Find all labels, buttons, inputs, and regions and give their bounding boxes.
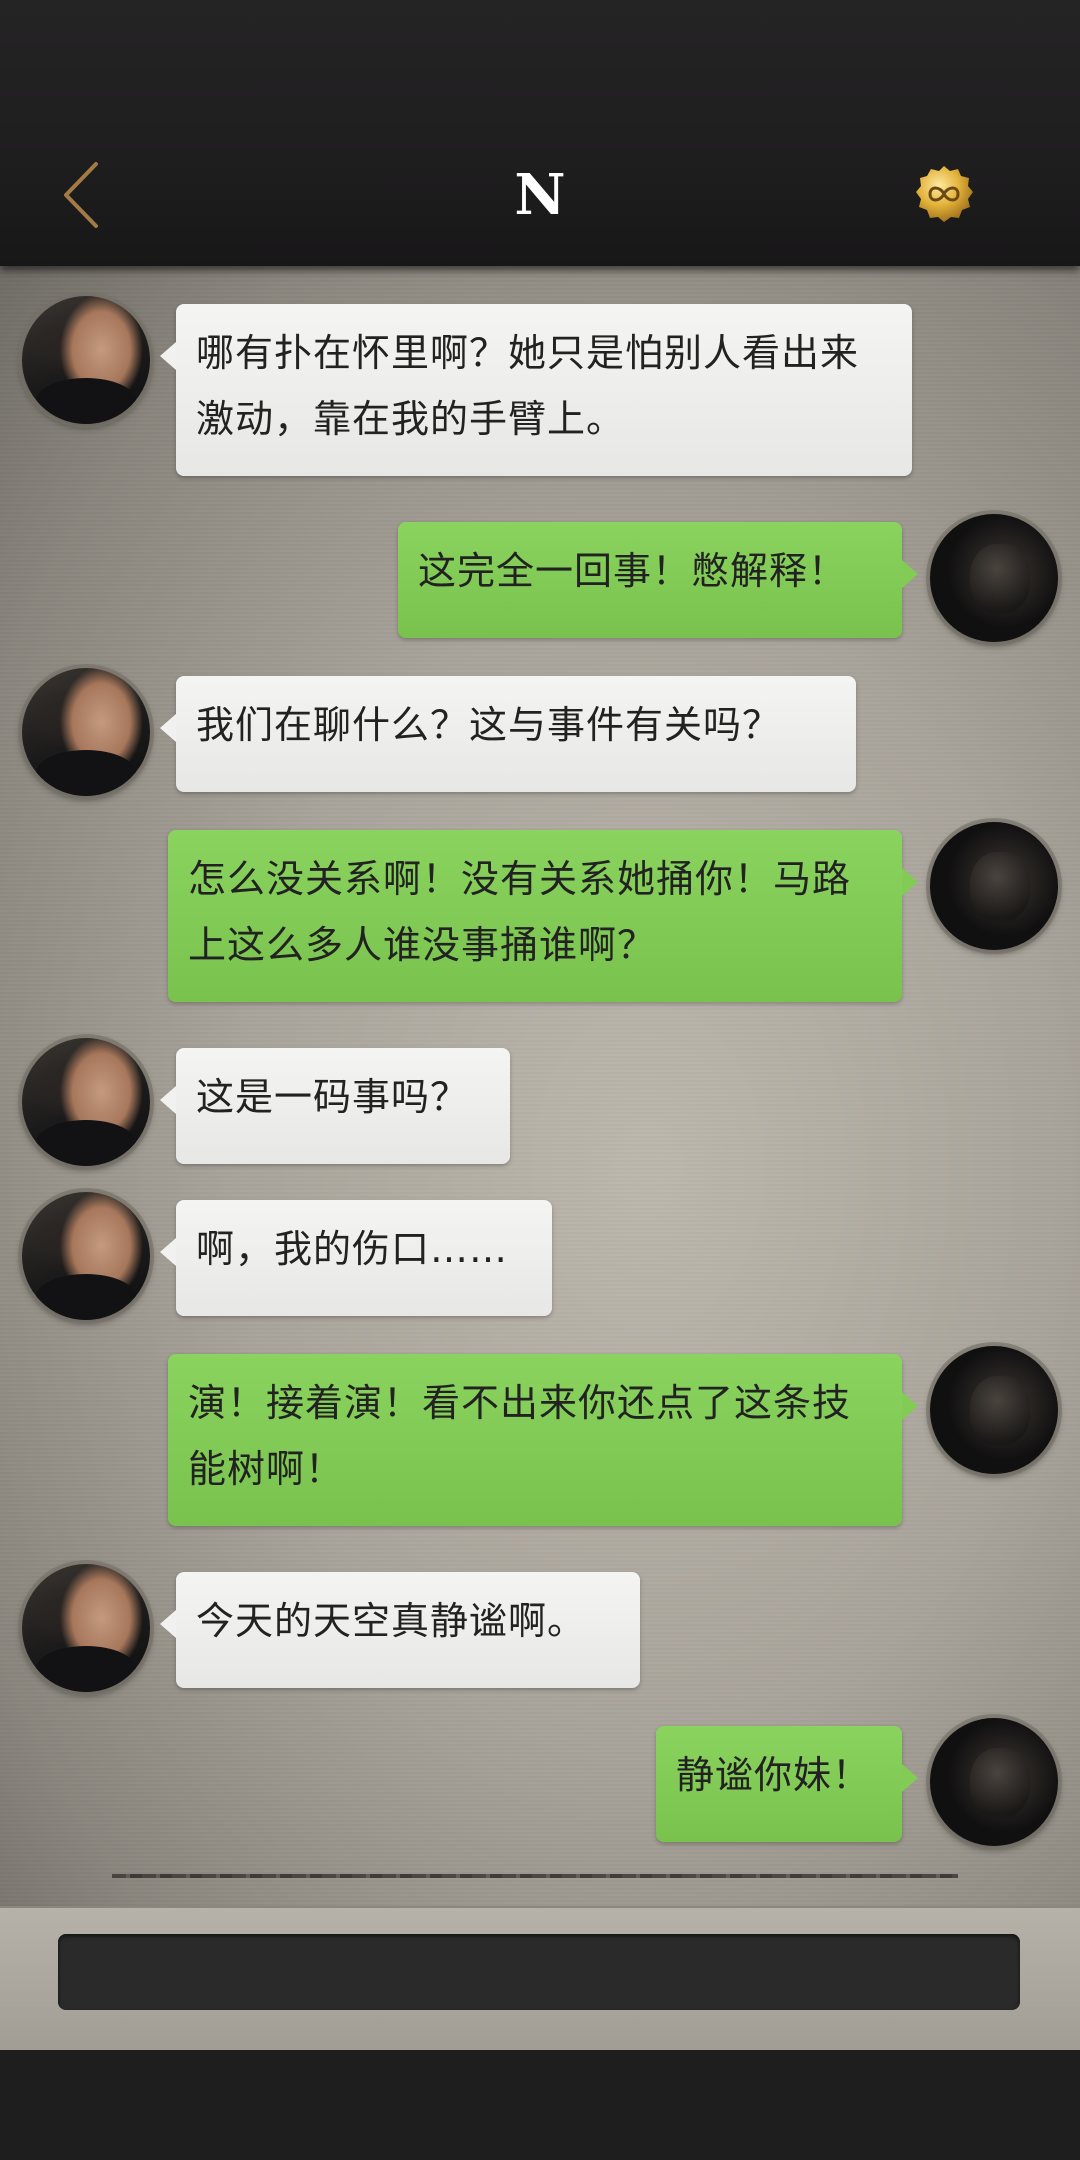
coin-button[interactable] bbox=[914, 164, 974, 224]
infinity-coin-icon bbox=[916, 166, 973, 222]
message-bubble-received: 哪有扑在怀里啊？她只是怕别人看出来激动，靠在我的手臂上。 bbox=[160, 304, 912, 476]
message-bubble-received: 我们在聊什么？这与事件有关吗？ bbox=[160, 676, 856, 792]
divider bbox=[112, 1874, 958, 1878]
contact-avatar[interactable] bbox=[22, 1192, 150, 1320]
message-bubble-received: 这是一码事吗？ bbox=[160, 1048, 510, 1164]
contact-avatar[interactable] bbox=[22, 1038, 150, 1166]
contact-avatar[interactable] bbox=[22, 1564, 150, 1692]
user-avatar[interactable] bbox=[930, 1346, 1058, 1474]
message-bubble-sent: 静谧你妹！ bbox=[656, 1726, 918, 1842]
contact-avatar[interactable] bbox=[22, 296, 150, 424]
top-bar: N bbox=[0, 0, 1080, 266]
message-input[interactable] bbox=[58, 1934, 1020, 2010]
input-bar bbox=[0, 1906, 1080, 2052]
message-bubble-sent: 演！接着演！看不出来你还点了这条技能树啊！ bbox=[168, 1354, 918, 1526]
user-avatar[interactable] bbox=[930, 822, 1058, 950]
message-bubble-sent: 怎么没关系啊！没有关系她捅你！马路上这么多人谁没事捅谁啊？ bbox=[168, 830, 918, 1002]
message-bubble-received: 今天的天空真静谧啊。 bbox=[160, 1572, 640, 1688]
message-bubble-sent: 这完全一回事！憋解释！ bbox=[398, 522, 918, 638]
message-bubble-received: 啊，我的伤口…… bbox=[160, 1200, 552, 1316]
chat-area[interactable]: 哪有扑在怀里啊？她只是怕别人看出来激动，靠在我的手臂上。 这完全一回事！憋解释！… bbox=[0, 266, 1080, 1906]
bottom-bar bbox=[0, 2050, 1080, 2160]
contact-avatar[interactable] bbox=[22, 668, 150, 796]
user-avatar[interactable] bbox=[930, 1718, 1058, 1846]
user-avatar[interactable] bbox=[930, 514, 1058, 642]
